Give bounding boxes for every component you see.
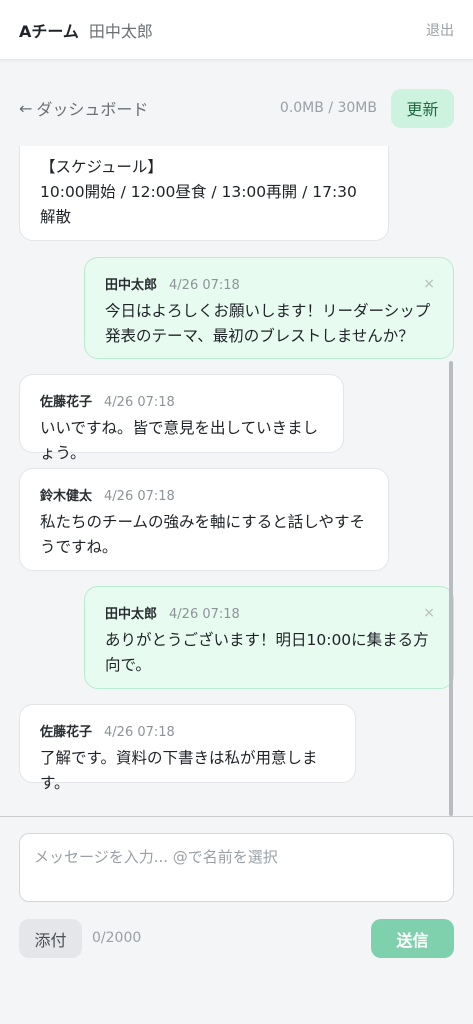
- back-link-label: ダッシュボード: [36, 100, 149, 119]
- message-author: 佐藤花子: [40, 395, 93, 410]
- message-composer: 添付 0/2000 送信: [0, 816, 473, 1024]
- message-bubble: 鈴木健太 4/26 07:18 私たちのチームの強みを軸にすると話しやすそうです…: [19, 468, 389, 571]
- message-author: 鈴木健太: [40, 489, 93, 504]
- delete-message-icon[interactable]: ×: [423, 605, 435, 621]
- storage-usage: 0.0MB / 30MB: [279, 100, 377, 116]
- message-text: 【スケジュール】 10:00開始 / 12:00昼食 / 13:00再開 / 1…: [40, 158, 357, 226]
- team-name: Aチーム: [19, 21, 79, 41]
- send-button[interactable]: 送信: [371, 919, 454, 958]
- logout-link[interactable]: 退出: [426, 20, 454, 40]
- message-time: 4/26 07:18: [169, 607, 240, 622]
- arrow-left-icon: ←: [19, 98, 33, 118]
- chat-toolbar: ← ダッシュボード 0.0MB / 30MB 更新: [0, 88, 473, 128]
- message-author: 田中太郎: [105, 278, 158, 293]
- message-time: 4/26 07:18: [104, 725, 175, 740]
- message-time: 4/26 07:18: [104, 489, 175, 504]
- back-to-dashboard-link[interactable]: ← ダッシュボード: [19, 96, 148, 120]
- user-name: 田中太郎: [88, 21, 153, 41]
- message-author: 佐藤花子: [40, 725, 93, 740]
- refresh-button[interactable]: 更新: [391, 88, 454, 128]
- message-author: 田中太郎: [105, 607, 158, 622]
- message-text: 私たちのチームの強みを軸にすると話しやすそうですね。: [40, 513, 366, 556]
- chat-scrollbar[interactable]: [449, 361, 453, 816]
- message-input[interactable]: [19, 833, 454, 902]
- message-bubble: 【スケジュール】 10:00開始 / 12:00昼食 / 13:00再開 / 1…: [19, 146, 389, 241]
- message-text: 今日はよろしくお願いします！リーダーシップ発表のテーマ、最初のブレストしませんか…: [105, 302, 431, 345]
- attach-button[interactable]: 添付: [19, 919, 82, 958]
- message-bubble-own: 田中太郎 4/26 07:18 × 今日はよろしくお願いします！リーダーシップ発…: [84, 257, 454, 359]
- message-bubble: 佐藤花子 4/26 07:18 いいですね。皆で意見を出していきましょう。: [19, 374, 344, 462]
- message-bubble-own: 田中太郎 4/26 07:18 × ありがとうございます！明日10:00に集まる…: [84, 586, 454, 689]
- delete-message-icon[interactable]: ×: [423, 276, 435, 292]
- message-text: いいですね。皆で意見を出していきましょう。: [40, 419, 319, 462]
- message-text: 了解です。資料の下書きは私が用意します。: [40, 749, 318, 792]
- character-count: 0/2000: [92, 930, 142, 946]
- app-header: Aチーム 田中太郎 退出: [0, 0, 473, 60]
- message-time: 4/26 07:18: [104, 395, 175, 410]
- message-bubble: 佐藤花子 4/26 07:18 了解です。資料の下書きは私が用意します。: [19, 704, 356, 792]
- message-time: 4/26 07:18: [169, 278, 240, 293]
- message-list[interactable]: 【スケジュール】 10:00開始 / 12:00昼食 / 13:00再開 / 1…: [0, 146, 473, 816]
- message-text: ありがとうございます！明日10:00に集まる方向で。: [105, 631, 429, 674]
